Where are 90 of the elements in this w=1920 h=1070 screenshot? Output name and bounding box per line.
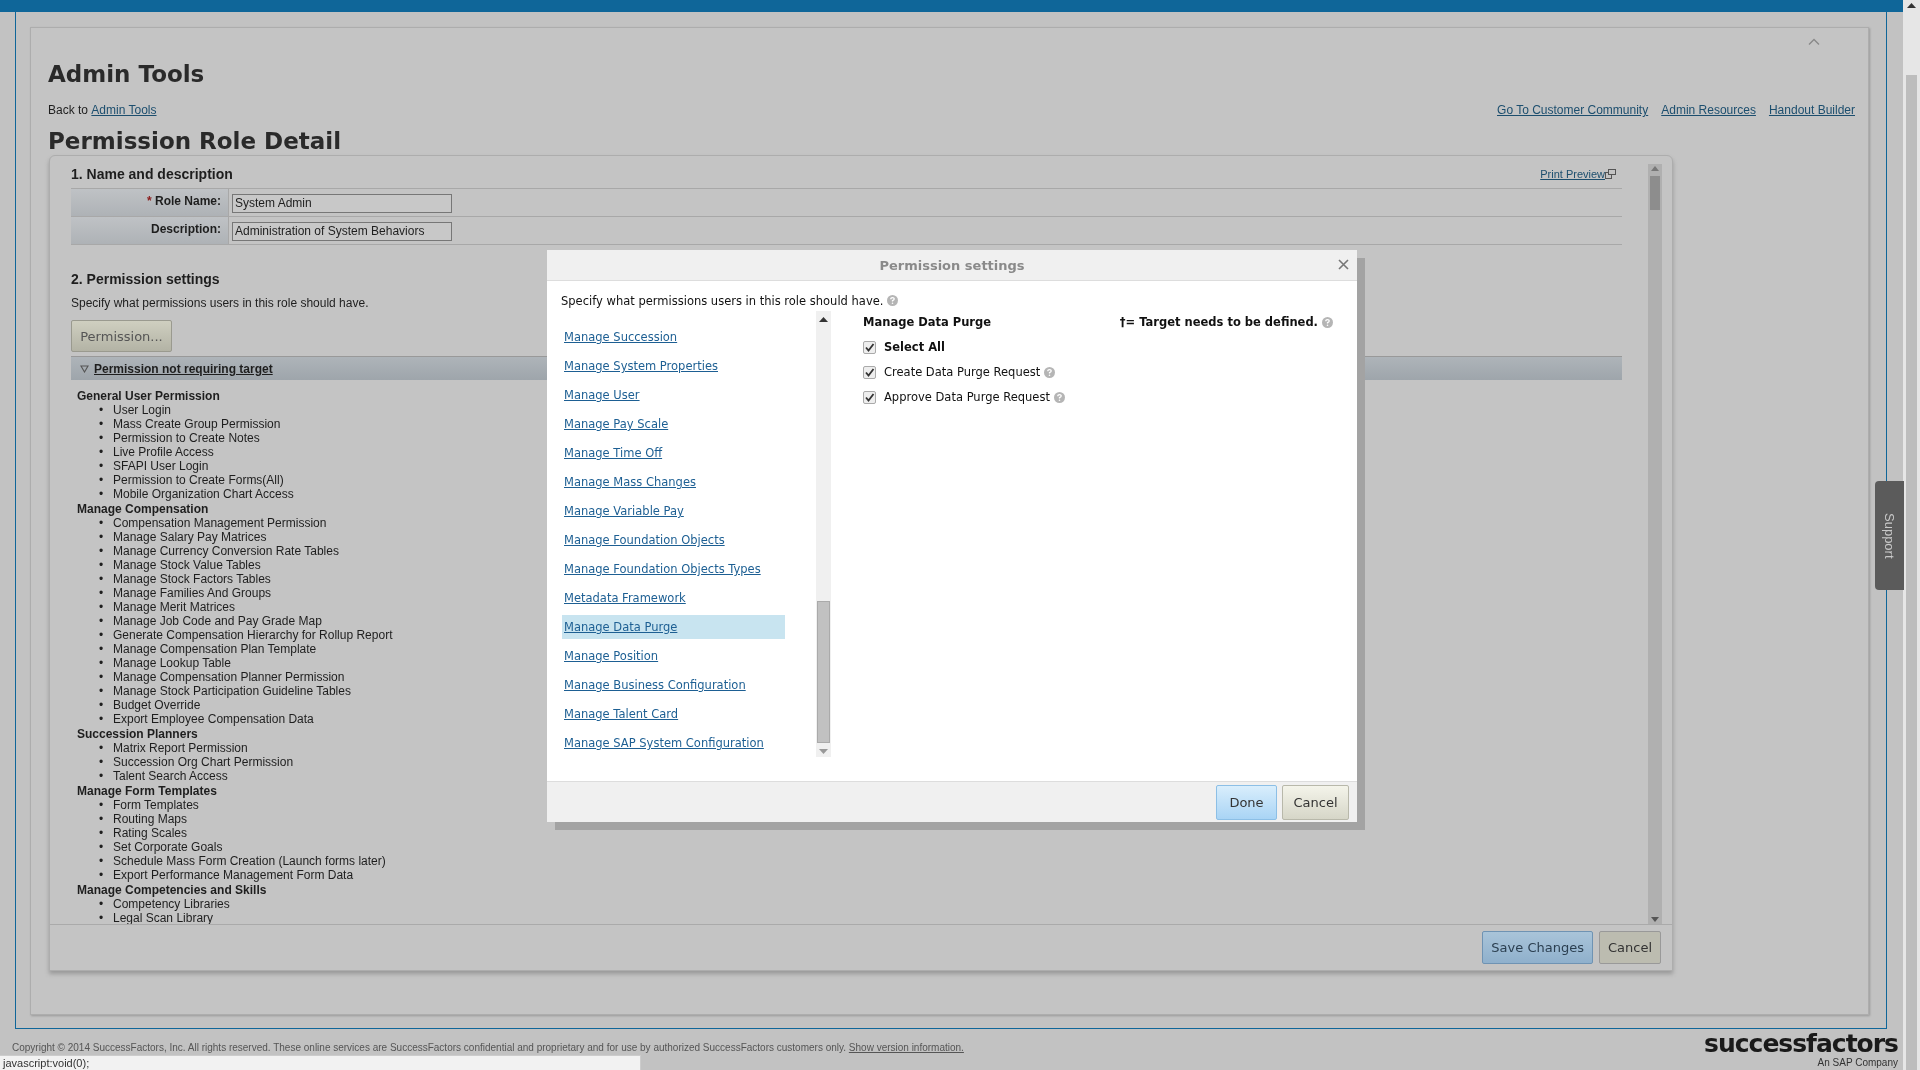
bullet: • <box>99 812 105 826</box>
bullet: • <box>99 614 105 628</box>
bullet: • <box>99 516 105 530</box>
permission-item: Legal Scan Library <box>113 911 214 924</box>
logo-tagline: An SAP Company <box>1817 1056 1898 1068</box>
copyright-text: Copyright © 2014 SuccessFactors, Inc. All rights reserved. These online services are SuccessFactors confidential and proprietary and for use by authorized SuccessFactors customers only. Show version information. <box>12 1041 964 1053</box>
permission-item: Manage Job Code and Pay Grade Map <box>113 614 322 628</box>
permission-item: Manage Compensation Planner Permission <box>113 670 345 684</box>
bullet: • <box>99 473 105 487</box>
dialog-description: Specify what permissions users in this role should have. <box>561 294 1343 308</box>
bullet: • <box>99 572 105 586</box>
bullet: • <box>99 403 105 417</box>
permission-item: Rating Scales <box>113 826 188 840</box>
select-all-label: Select All <box>884 340 945 354</box>
detail-title: Manage Data Purge <box>863 315 992 329</box>
permission-item: Export Employee Compensation Data <box>113 712 314 726</box>
permission-item: Compensation Management Permission <box>113 516 327 530</box>
legend-text: †= Target needs to be defined. <box>1119 315 1318 329</box>
group-heading: General User Permission <box>77 389 220 403</box>
permission-item: Matrix Report Permission <box>113 741 248 755</box>
status-bar-text: javascript:void(0); <box>1 1056 91 1070</box>
field-label: Description: <box>71 217 229 244</box>
permission-item: Manage Families And Groups <box>113 586 272 600</box>
bullet: • <box>99 586 105 600</box>
bullet: • <box>99 431 105 445</box>
permission-item: Manage Lookup Table <box>113 656 231 670</box>
section-title: Permission Role Detail <box>48 127 343 155</box>
permission-item: User Login <box>113 403 172 417</box>
bullet: • <box>99 854 105 868</box>
permission-item: Competency Libraries <box>113 897 230 911</box>
permission-item: Budget Override <box>113 698 201 712</box>
bullet: • <box>99 741 105 755</box>
bullet: • <box>99 911 105 924</box>
permission-item: Mass Create Group Permission <box>113 417 281 431</box>
bullet: • <box>99 670 105 684</box>
permission-item: Permission to Create Forms(All) <box>113 473 284 487</box>
section-description: Specify what permissions users in this role should have. <box>71 296 369 310</box>
permission-item: Manage Merit Matrices <box>113 600 236 614</box>
permission-item: Permission to Create Notes <box>113 431 260 445</box>
permission-item: Routing Maps <box>113 812 188 826</box>
bullet: • <box>99 628 105 642</box>
bullet: • <box>99 600 105 614</box>
bullet: • <box>99 826 105 840</box>
group-heading: Manage Compensation <box>77 502 209 516</box>
bullet: • <box>99 656 105 670</box>
back-label: Back to <box>48 103 90 117</box>
page-title: Admin Tools <box>48 61 206 87</box>
bullet: • <box>99 712 105 726</box>
bullet: • <box>99 530 105 544</box>
group-heading: Manage Competencies and Skills <box>77 883 267 897</box>
bullet: • <box>99 840 105 854</box>
bullet: • <box>99 798 105 812</box>
permission-item: Manage Stock Participation Guideline Tables <box>113 684 351 698</box>
bullet: • <box>99 558 105 572</box>
permission-item: Set Corporate Goals <box>113 840 223 854</box>
bullet: • <box>99 642 105 656</box>
bullet: • <box>99 698 105 712</box>
permission-item: SFAPI User Login <box>113 459 209 473</box>
permission-item: Manage Currency Conversion Rate Tables <box>113 544 339 558</box>
group-heading: Succession Planners <box>77 727 198 741</box>
group-heading: Manage Form Templates <box>77 784 217 798</box>
permission-item: Form Templates <box>113 798 199 812</box>
field-label: * Role Name: <box>71 189 229 216</box>
bullet: • <box>99 897 105 911</box>
bullet: • <box>99 445 105 459</box>
bullet: • <box>99 769 105 783</box>
section-heading: 2. Permission settings <box>71 271 220 287</box>
dialog-title: Permission settings <box>879 257 1025 273</box>
bullet: • <box>99 459 105 473</box>
permission-item: Manage Stock Factors Tables <box>113 572 271 586</box>
permission-item: Succession Org Chart Permission <box>113 755 294 769</box>
permission-item: Generate Compensation Hierarchy for Rollup Report <box>113 628 393 642</box>
bullet: • <box>99 544 105 558</box>
company-logo: successfactors <box>1704 1030 1898 1057</box>
permission-item: Schedule Mass Form Creation (Launch forms later) <box>113 854 386 868</box>
permission-item: Live Profile Access <box>113 445 214 459</box>
permission-item: Mobile Organization Chart Access <box>113 487 294 501</box>
permission-item: Export Performance Management Form Data <box>113 868 354 882</box>
bullet: • <box>99 487 105 501</box>
permission-item: Manage Compensation Plan Template <box>113 642 317 656</box>
permission-item: Manage Salary Pay Matrices <box>113 530 267 544</box>
bullet: • <box>99 684 105 698</box>
bullet: • <box>99 417 105 431</box>
permission-label: Approve Data Purge Request <box>884 390 1050 404</box>
bullet: • <box>99 755 105 769</box>
permission-item: Talent Search Access <box>113 769 228 783</box>
permission-item: Manage Stock Value Tables <box>113 558 261 572</box>
permission-label: Create Data Purge Request <box>884 365 1041 379</box>
bullet: • <box>99 868 105 882</box>
section-heading: 1. Name and description <box>71 166 233 182</box>
